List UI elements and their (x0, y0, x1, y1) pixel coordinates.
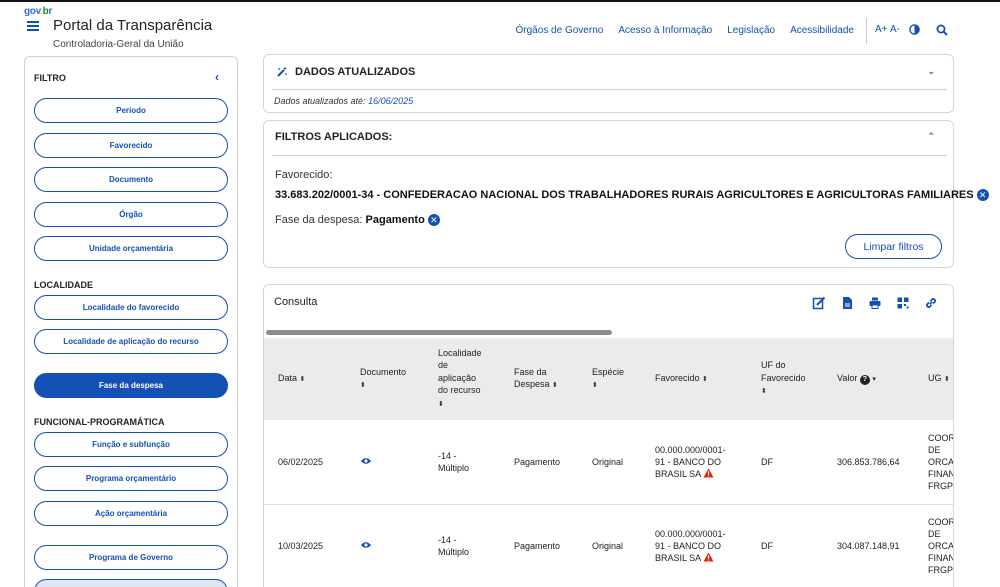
collapse-sidebar-icon[interactable]: ‹ (215, 70, 219, 84)
table-row[interactable]: 06/02/2025 -14 - Múltiplo Pagamento Origi… (264, 420, 953, 504)
filter-favorecido-button[interactable]: Favorecido (34, 133, 228, 158)
cell-fase: Pagamento (514, 541, 561, 551)
header-divider (866, 18, 867, 44)
view-document-icon[interactable] (360, 541, 372, 549)
divider (272, 89, 947, 90)
cell-uf: DF (761, 541, 773, 551)
col-valor[interactable]: Valor ? ▾ (823, 338, 914, 420)
cell-ug: COORDDEORCAMFINANCFRGPS (928, 517, 953, 575)
consulta-title: Consulta (274, 296, 318, 308)
col-uf[interactable]: UF do Favorecido ⬍ (747, 338, 823, 420)
qr-code-icon[interactable] (896, 296, 910, 310)
cell-data: 10/03/2025 (278, 541, 324, 551)
search-icon[interactable] (936, 24, 948, 36)
dados-atualizados-text: Dados atualizados até: 16/06/2025 (274, 96, 414, 106)
filter-localidade-aplicacao-button[interactable]: Localidade de aplicação do recurso (34, 329, 228, 354)
filtros-aplicados-title: FILTROS APLICADOS: (275, 131, 393, 143)
magic-wand-icon (277, 66, 287, 77)
cell-especie: Original (592, 541, 624, 551)
view-document-icon[interactable] (360, 457, 372, 465)
cell-fase: Pagamento (514, 456, 561, 467)
edit-columns-icon[interactable] (812, 296, 826, 310)
cell-documento (346, 504, 424, 587)
contrast-icon[interactable] (909, 24, 920, 35)
link-orgaos-de-governo[interactable]: Órgãos de Governo (515, 25, 603, 36)
divider (272, 155, 947, 156)
consulta-panel: Consulta Data ⬍ Documento ⬍ Localidade de a… (263, 284, 954, 587)
sort-desc-icon[interactable]: ▾ (872, 376, 876, 383)
site-header: gov.br Portal da Transparência Controlad… (0, 0, 1000, 56)
favorecido-filter: 33.683.202/0001-34 - CONFEDERACAO NACION… (275, 189, 989, 202)
print-icon[interactable] (868, 296, 882, 310)
clear-filters-button[interactable]: Limpar filtros (845, 234, 942, 259)
update-date: 16/06/2025 (368, 96, 414, 106)
localidade-heading: LOCALIDADE (34, 280, 93, 290)
filter-acao-orcamentaria-button[interactable]: Ação orçamentária (34, 501, 228, 526)
gov-br-logo[interactable]: gov.br (24, 6, 52, 17)
cell-favorecido: 00.000.000/0001- 91 - BANCO DO BRASIL SA (655, 444, 726, 479)
remove-favorecido-icon[interactable]: ✕ (976, 189, 989, 202)
col-localidade[interactable]: Localidade de aplicação do recurso ⬍ (424, 338, 500, 420)
col-especie[interactable]: Espécie ⬍ (578, 338, 641, 420)
fase-value: Pagamento (365, 214, 425, 226)
cell-documento (346, 420, 424, 504)
link-acessibilidade[interactable]: Acessibilidade (790, 25, 854, 36)
download-file-icon[interactable] (840, 296, 854, 310)
filter-unidade-orcamentaria-button[interactable]: Unidade orçamentária (34, 236, 228, 261)
link-acesso-a-informacao[interactable]: Acesso à Informação (618, 25, 712, 36)
consulta-table: Data ⬍ Documento ⬍ Localidade de aplicação d… (264, 338, 953, 587)
col-favorecido[interactable]: Favorecido ⬍ (641, 338, 747, 420)
col-documento[interactable]: Documento ⬍ (346, 338, 424, 420)
cell-ug: COORDDEORCAMFINANCFRGPS (928, 432, 953, 491)
horizontal-scrollbar[interactable] (266, 330, 612, 335)
fase-filter: Fase da despesa: Pagamento ✕ (275, 214, 440, 227)
favorecido-value: 33.683.202/0001-34 - CONFEDERACAO NACION… (275, 189, 974, 201)
funcional-programatica-heading: FUNCIONAL-PROGRAMÁTICA (34, 417, 165, 427)
chevron-down-icon[interactable]: ⌄ (927, 66, 935, 77)
filter-heading: FILTRO (34, 73, 66, 83)
cell-localidade: -14 - Múltiplo (438, 535, 470, 557)
table-row[interactable]: 10/03/2025 -14 - Múltiplo Pagamento Origi… (264, 504, 953, 587)
cell-valor: 306.853.786,64 (837, 456, 900, 467)
warning-icon[interactable] (703, 468, 714, 478)
filter-next-button[interactable] (34, 579, 228, 587)
chevron-up-icon[interactable]: ⌃ (927, 131, 935, 142)
filter-programa-orcamentario-button[interactable]: Programa orçamentário (34, 466, 228, 491)
filter-sidebar: FILTRO ‹ Período Favorecido Documento Ór… (24, 56, 238, 587)
help-icon[interactable]: ? (859, 374, 870, 385)
filter-programa-governo-button[interactable]: Programa de Governo (34, 545, 228, 570)
col-data[interactable]: Data ⬍ (264, 338, 346, 420)
dados-atualizados-panel: DADOS ATUALIZADOS ⌄ Dados atualizados at… (263, 54, 954, 113)
cell-especie: Original (592, 456, 624, 467)
cell-uf: DF (761, 456, 773, 467)
table-header-row: Data ⬍ Documento ⬍ Localidade de aplicação d… (264, 338, 953, 420)
cell-valor: 304.087.148,91 (837, 541, 900, 551)
filter-fase-despesa-button[interactable]: Fase da despesa (34, 373, 228, 398)
site-title[interactable]: Portal da Transparência (53, 17, 212, 34)
col-fase[interactable]: Fase da Despesa ⬍ (500, 338, 578, 420)
filter-orgao-button[interactable]: Órgão (34, 202, 228, 227)
cell-data: 06/02/2025 (278, 456, 324, 467)
cell-favorecido: 00.000.000/0001- 91 - BANCO DO BRASIL SA (655, 529, 726, 563)
hamburger-menu-icon[interactable] (27, 21, 39, 31)
remove-fase-icon[interactable]: ✕ (427, 214, 440, 227)
filter-documento-button[interactable]: Documento (34, 167, 228, 192)
warning-icon[interactable] (703, 552, 714, 562)
filter-periodo-button[interactable]: Período (34, 98, 228, 123)
dados-atualizados-title: DADOS ATUALIZADOS (295, 66, 416, 78)
filter-localidade-favorecido-button[interactable]: Localidade do favorecido (34, 295, 228, 320)
filtros-aplicados-panel: FILTROS APLICADOS: ⌃ Favorecido: 33.683.… (263, 120, 989, 268)
link-legislacao[interactable]: Legislação (727, 25, 775, 36)
favorecido-label: Favorecido: (275, 169, 333, 181)
font-decrease-button[interactable]: A- (890, 24, 900, 35)
cell-localidade: -14 - Múltiplo (438, 450, 470, 473)
filter-funcao-subfuncao-button[interactable]: Função e subfunção (34, 432, 228, 457)
col-ug[interactable]: UG ⬍ (914, 338, 953, 420)
link-icon[interactable] (924, 296, 938, 310)
font-increase-button[interactable]: A+ (875, 24, 888, 35)
site-subtitle: Controladoria-Geral da União (53, 39, 184, 50)
top-nav-links: Órgãos de Governo Acesso à Informação Le… (515, 25, 854, 36)
